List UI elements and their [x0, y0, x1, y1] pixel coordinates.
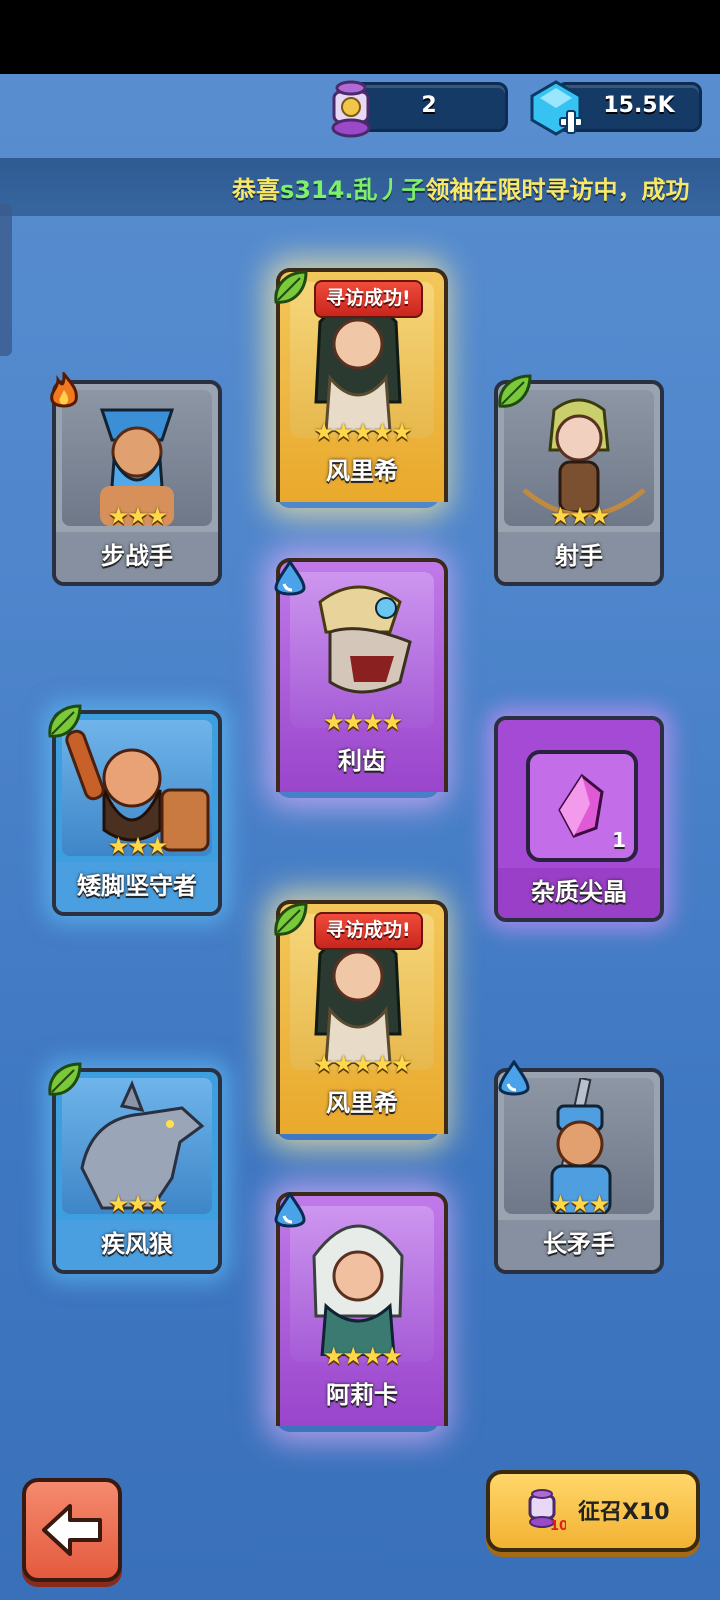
recruit-success-banner: 寻访成功! — [314, 280, 423, 318]
marquee-player: s314.乱丿子 — [280, 176, 426, 204]
unit-name: 长矛手 — [498, 1220, 660, 1270]
water-icon — [498, 1060, 530, 1096]
water-icon — [274, 560, 306, 596]
recruit-label: 征召X10 — [578, 1500, 670, 1525]
recruit-count-badge: 10 — [550, 1519, 566, 1532]
leaf-icon — [498, 374, 532, 408]
unit-name: 射手 — [498, 532, 660, 582]
recruit-x10-button[interactable]: 10 征召X10 — [486, 1470, 700, 1552]
star-rating: ★★★ — [107, 832, 169, 860]
water-icon — [274, 1192, 306, 1228]
fire-icon — [50, 372, 78, 408]
fang-portrait — [290, 572, 434, 728]
leaf-icon — [48, 704, 82, 738]
back-arrow-icon — [42, 1504, 102, 1556]
leaf-icon — [48, 1062, 82, 1096]
back-button[interactable] — [22, 1478, 122, 1582]
hero-name: 风里希 — [326, 1089, 398, 1117]
gem-count: 15.5K — [603, 93, 675, 118]
marquee-prefix: 恭喜 — [232, 176, 280, 204]
summon-scroll-icon: 10 — [528, 1489, 566, 1532]
recruit-success-banner: 寻访成功! — [314, 912, 423, 950]
star-rating: ★★★ — [107, 502, 169, 530]
marquee-rest: 领袖在限时寻访中，成功 — [425, 176, 690, 204]
item-count: 1 — [612, 828, 626, 852]
announcement-text: 恭喜s314.乱丿子领袖在限时寻访中，成功 — [232, 170, 690, 205]
hero-name: 阿莉卡 — [326, 1381, 398, 1409]
gem-icon[interactable] — [526, 78, 586, 138]
leaf-icon — [274, 902, 308, 936]
hero-name: 利齿 — [338, 747, 386, 775]
star-rating: ★★★ — [107, 1190, 169, 1218]
hero-name: 风里希 — [326, 457, 398, 485]
summon-scroll-icon — [331, 80, 371, 138]
unit-name: 疾风狼 — [56, 1220, 218, 1270]
star-rating: ★★★ — [549, 502, 611, 530]
star-rating: ★★★★★ — [313, 418, 413, 446]
star-rating: ★★★★ — [322, 708, 403, 736]
arika-portrait — [290, 1206, 434, 1362]
star-rating: ★★★★★ — [313, 1050, 413, 1078]
crystal-item-box: 1 — [526, 750, 638, 862]
unit-name: 矮脚坚守者 — [56, 862, 218, 912]
announcement-marquee: 恭喜s314.乱丿子领袖在限时寻访中，成功 — [0, 158, 720, 216]
item-name: 杂质尖晶 — [498, 868, 660, 918]
unit-name: 步战手 — [56, 532, 218, 582]
star-rating: ★★★★ — [322, 1342, 403, 1370]
side-tab[interactable] — [0, 204, 12, 356]
star-rating: ★★★ — [549, 1190, 611, 1218]
leaf-icon — [274, 270, 308, 304]
status-bar — [0, 0, 720, 74]
